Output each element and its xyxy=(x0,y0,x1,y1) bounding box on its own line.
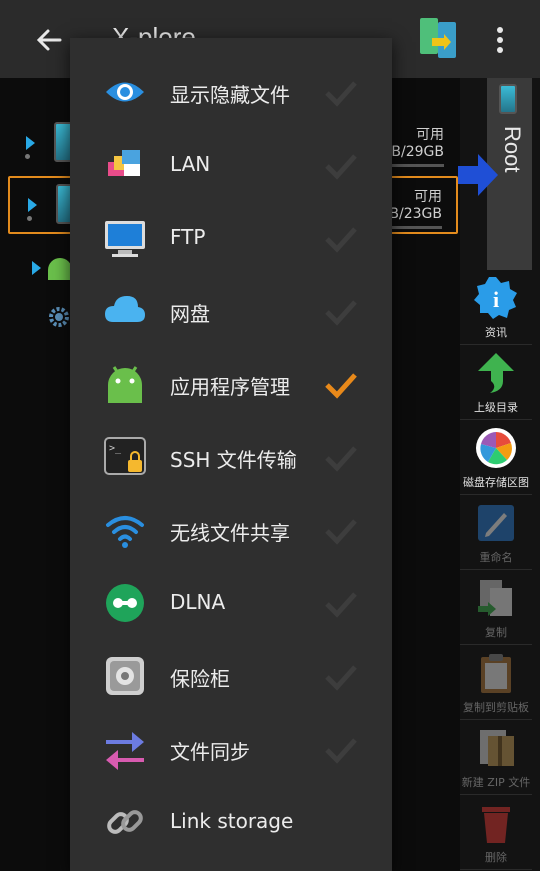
tool-label: 复制 xyxy=(485,626,507,639)
root-label: Root xyxy=(500,126,525,173)
sync-arrows-icon xyxy=(106,732,144,770)
svg-text:>_: >_ xyxy=(109,443,122,454)
menu-item-label: SSH 文件传输 xyxy=(170,448,297,472)
options-dropdown-menu: 显示隐藏文件 LAN FTP 网盘 应用程序管理 >_ SSH 文件传输 无线文… xyxy=(70,38,392,871)
tool-label: 新建 ZIP 文件 xyxy=(461,776,531,789)
tool-rename-button[interactable]: 重命名 xyxy=(460,495,532,570)
arrow-right-icon xyxy=(458,154,498,196)
tree-dot xyxy=(25,154,30,159)
trash-icon xyxy=(482,807,510,843)
menu-item-label: 显示隐藏文件 xyxy=(170,83,290,107)
menu-item-label: LAN xyxy=(170,152,211,176)
link-icon xyxy=(107,810,143,834)
dlna-icon xyxy=(106,584,144,622)
check-icon[interactable] xyxy=(324,444,358,472)
menu-item-label: 无线文件共享 xyxy=(170,521,290,545)
lan-icon xyxy=(108,150,140,176)
menu-item-label: Link storage xyxy=(170,809,294,833)
menu-item-dlna[interactable]: DLNA xyxy=(70,566,392,639)
check-icon[interactable] xyxy=(324,517,358,545)
ftp-monitor-icon xyxy=(105,221,145,257)
tool-label: 上级目录 xyxy=(474,401,518,414)
android-icon xyxy=(108,366,142,403)
menu-item-show-hidden[interactable]: 显示隐藏文件 xyxy=(70,55,392,128)
arrow-left-icon[interactable] xyxy=(30,20,70,60)
more-vert-icon[interactable] xyxy=(486,20,514,60)
check-icon[interactable] xyxy=(324,79,358,107)
vault-icon xyxy=(106,657,144,695)
eye-icon xyxy=(106,82,144,102)
tool-delete-button[interactable]: 删除 xyxy=(460,795,532,870)
check-icon[interactable] xyxy=(324,590,358,618)
copy-icon xyxy=(478,580,512,616)
gear-icon[interactable] xyxy=(46,304,72,330)
clipboard-icon xyxy=(481,654,511,693)
menu-item-file-sync[interactable]: 文件同步 xyxy=(70,712,392,785)
toolbar-vertical: i 资讯 上级目录 磁盘存储区图 重命名 复制 复制到剪贴板 新建 ZIP 文件… xyxy=(460,270,532,870)
zip-icon xyxy=(480,730,514,766)
storage-device-icon xyxy=(499,84,517,114)
rename-icon xyxy=(478,505,514,541)
check-icon[interactable] xyxy=(324,298,358,326)
tool-label: 重命名 xyxy=(479,551,513,564)
tool-clipboard-button[interactable]: 复制到剪贴板 xyxy=(460,645,532,720)
menu-item-label: 网盘 xyxy=(170,302,210,326)
menu-item-label: 应用程序管理 xyxy=(170,375,290,399)
wifi-icon xyxy=(106,516,144,548)
check-icon[interactable] xyxy=(324,663,358,691)
split-pane-icon[interactable] xyxy=(418,16,458,60)
menu-item-label: 文件同步 xyxy=(170,740,250,764)
expand-icon[interactable] xyxy=(28,198,37,212)
menu-item-label: FTP xyxy=(170,225,206,249)
svg-text:i: i xyxy=(493,287,499,312)
expand-icon[interactable] xyxy=(32,261,41,275)
pie-chart-icon xyxy=(476,428,516,468)
menu-item-cloud[interactable]: 网盘 xyxy=(70,274,392,347)
available-label: 可用 xyxy=(416,127,444,143)
check-icon[interactable] xyxy=(324,736,358,764)
tool-disk-map-button[interactable]: 磁盘存储区图 xyxy=(460,420,532,495)
menu-item-link-storage[interactable]: Link storage xyxy=(70,785,392,858)
menu-item-label: DLNA xyxy=(170,590,226,614)
menu-item-ftp[interactable]: FTP xyxy=(70,201,392,274)
available-label: 可用 xyxy=(414,189,442,205)
menu-item-label: 保险柜 xyxy=(170,667,230,691)
check-icon[interactable] xyxy=(324,371,358,399)
check-icon[interactable] xyxy=(324,152,358,180)
tree-dot xyxy=(27,216,32,221)
tool-label: 资讯 xyxy=(485,326,507,339)
check-icon[interactable] xyxy=(324,225,358,253)
expand-icon[interactable] xyxy=(26,136,35,150)
menu-item-ssh[interactable]: >_ SSH 文件传输 xyxy=(70,420,392,493)
ssh-terminal-lock-icon: >_ xyxy=(104,437,146,475)
menu-item-app-manager[interactable]: 应用程序管理 xyxy=(70,347,392,420)
cloud-icon xyxy=(105,296,145,322)
menu-item-vault[interactable]: 保险柜 xyxy=(70,639,392,712)
tool-label: 磁盘存储区图 xyxy=(463,476,529,489)
menu-item-wifi-share[interactable]: 无线文件共享 xyxy=(70,493,392,566)
info-icon: i xyxy=(474,277,517,319)
tool-parent-dir-button[interactable]: 上级目录 xyxy=(460,345,532,420)
up-arrow-icon xyxy=(478,353,514,393)
menu-item-lan[interactable]: LAN xyxy=(70,128,392,201)
tool-label: 复制到剪贴板 xyxy=(463,701,529,714)
tool-label: 删除 xyxy=(485,851,507,864)
tool-info-button[interactable]: i 资讯 xyxy=(460,270,532,345)
tool-zip-button[interactable]: 新建 ZIP 文件 xyxy=(460,720,532,795)
tool-copy-button[interactable]: 复制 xyxy=(460,570,532,645)
